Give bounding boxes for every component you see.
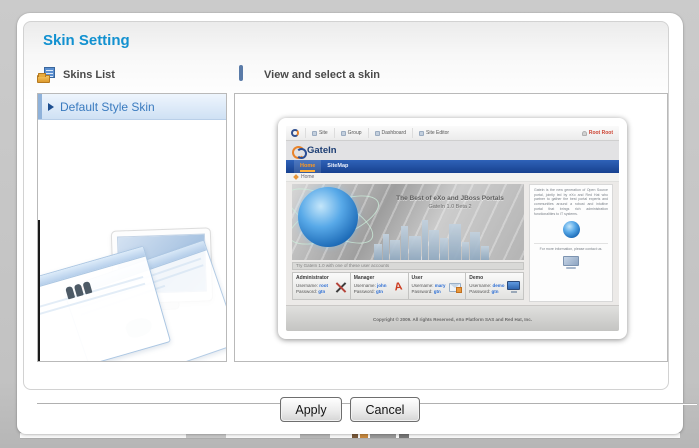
preview-tab-sitemap: SiteMap	[321, 160, 354, 173]
preview-toolbar-dashboard: Dashboard	[368, 128, 412, 138]
skins-list-icon	[37, 67, 55, 83]
preview-tab-home: Home	[294, 160, 321, 173]
gatein-brand-text: GateIn	[307, 145, 337, 156]
background-artifact	[370, 434, 396, 438]
preview-toolbar-site: Site	[305, 128, 334, 138]
skin-preview-image[interactable]: Site Group Dashboard Site Editor Root Ro…	[278, 118, 627, 339]
skin-preview-panel: Site Group Dashboard Site Editor Root Ro…	[234, 93, 668, 362]
accounts-header: Try GateIn 1.0 with one of these user ac…	[292, 262, 524, 270]
gatein-screenshot: Site Group Dashboard Site Editor Root Ro…	[286, 126, 619, 331]
preview-content: The Best of eXo and JBoss Portals GateIn…	[286, 182, 619, 305]
account-demo: Demo Username: demo Password: gtn	[466, 273, 523, 299]
skin-setting-panel: Skin Setting Skins List View and select …	[23, 21, 669, 390]
cancel-button[interactable]: Cancel	[350, 397, 420, 422]
skins-list-box: Default Style Skin	[37, 93, 227, 362]
breadcrumb-icon	[293, 174, 299, 180]
view-select-header-label: View and select a skin	[264, 69, 380, 81]
tools-icon	[334, 281, 347, 294]
skins-list-header-label: Skins List	[63, 69, 115, 81]
item-arrow-icon	[48, 103, 54, 111]
preview-user: Root Root	[582, 130, 619, 136]
selection-accent	[38, 94, 42, 119]
sidebar-divider	[534, 243, 608, 244]
background-artifact	[186, 434, 226, 438]
skin-item-label: Default Style Skin	[60, 100, 155, 114]
skins-decoration-image	[38, 223, 226, 361]
skin-list-item-default[interactable]: Default Style Skin	[38, 94, 226, 120]
preview-footer: Copyright © 2009. All rights Reserved, e…	[286, 305, 619, 331]
preview-toolbar-group: Group	[334, 128, 368, 138]
view-select-header: View and select a skin	[239, 67, 380, 83]
screen-background: Skin Setting Skins List View and select …	[0, 0, 699, 448]
skin-setting-dialog: Skin Setting Skins List View and select …	[17, 13, 683, 434]
demo-monitor-icon	[507, 281, 520, 294]
preview-banner: The Best of eXo and JBoss Portals GateIn…	[292, 184, 524, 260]
preview-brand-row: GateIn	[286, 141, 619, 160]
background-artifact	[300, 434, 330, 438]
dashboard-icon	[375, 131, 380, 136]
preview-sidebar: GateIn is the new generation of Open Sou…	[529, 184, 613, 302]
dialog-actions: Apply Cancel	[17, 397, 683, 422]
skyline-image	[374, 218, 524, 260]
cursor-artifact	[38, 220, 40, 362]
page-title: Skin Setting	[43, 32, 130, 49]
account-manager: Manager Username: john Password: gtn A	[351, 273, 409, 299]
skins-list-header: Skins List	[37, 67, 115, 83]
site-icon	[312, 131, 317, 136]
gatein-logo-icon	[292, 145, 304, 157]
monitor-icon	[239, 67, 256, 83]
contact-text: For more information, please contact us.	[534, 247, 608, 251]
banner-subtitle: GateIn 1.0 Beta 2	[378, 204, 522, 210]
preview-toolbar: Site Group Dashboard Site Editor Root Ro…	[286, 126, 619, 141]
user-icon	[582, 131, 587, 136]
preview-breadcrumb: Home	[286, 173, 619, 182]
preview-logo-icon	[291, 129, 299, 137]
preview-navbar: Home SiteMap	[286, 160, 619, 173]
background-artifact	[399, 434, 409, 438]
group-icon	[341, 131, 346, 136]
accounts-row: Administrator Username: root Password: g…	[292, 272, 524, 300]
preview-toolbar-site-editor: Site Editor	[412, 128, 455, 138]
compass-icon: A	[391, 280, 406, 295]
mail-icon	[449, 281, 462, 294]
site-editor-icon	[419, 131, 424, 136]
apply-button[interactable]: Apply	[280, 397, 342, 422]
account-administrator: Administrator Username: root Password: g…	[293, 273, 351, 299]
small-globe-icon	[563, 221, 580, 238]
banner-title: The Best of eXo and JBoss Portals	[378, 195, 522, 202]
globe-icon	[298, 187, 358, 247]
account-user: User Username: mary Password: gtn	[409, 273, 467, 299]
computer-icon	[563, 256, 579, 269]
about-text: GateIn is the new generation of Open Sou…	[534, 188, 608, 216]
